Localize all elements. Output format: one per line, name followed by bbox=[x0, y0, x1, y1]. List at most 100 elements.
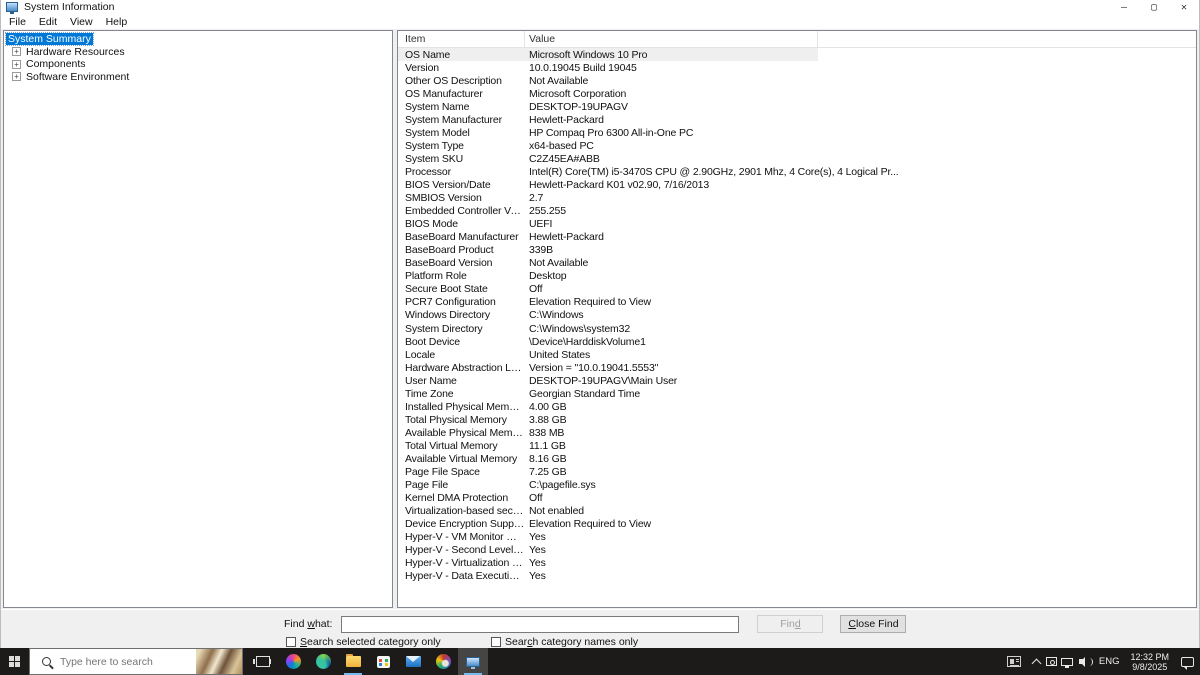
table-row[interactable]: BaseBoard Manufacturer Hewlett-Packard bbox=[398, 231, 818, 244]
menu-view[interactable]: View bbox=[70, 16, 93, 28]
tree-item-components[interactable]: + Components bbox=[4, 58, 392, 71]
search-selected-category-checkbox[interactable] bbox=[286, 637, 296, 647]
edge-taskbar-button[interactable] bbox=[308, 648, 338, 675]
table-row[interactable]: Page File C:\pagefile.sys bbox=[398, 479, 818, 492]
menu-file[interactable]: File bbox=[9, 16, 26, 28]
copilot-taskbar-button[interactable] bbox=[278, 648, 308, 675]
table-row[interactable]: Locale United States bbox=[398, 348, 818, 361]
table-row[interactable]: System SKU C2Z45EA#ABB bbox=[398, 152, 818, 165]
value-cell: Yes bbox=[529, 557, 546, 570]
table-row[interactable]: OS Manufacturer Microsoft Corporation bbox=[398, 87, 818, 100]
table-row[interactable]: Hyper-V - Second Level Addres... Yes bbox=[398, 544, 818, 557]
table-row[interactable]: Other OS Description Not Available bbox=[398, 74, 818, 87]
table-row[interactable]: System Name DESKTOP-19UPAGV bbox=[398, 100, 818, 113]
table-row[interactable]: Hardware Abstraction Layer Version = "10.… bbox=[398, 361, 818, 374]
store-taskbar-button[interactable] bbox=[368, 648, 398, 675]
file-explorer-taskbar-button[interactable] bbox=[338, 648, 368, 675]
table-row[interactable]: PCR7 Configuration Elevation Required to … bbox=[398, 296, 818, 309]
maximize-button[interactable]: ▢ bbox=[1139, 0, 1169, 14]
taskbar-search[interactable] bbox=[29, 648, 243, 675]
mail-taskbar-button[interactable] bbox=[398, 648, 428, 675]
table-row[interactable]: Windows Directory C:\Windows bbox=[398, 309, 818, 322]
table-row[interactable]: Hyper-V - Virtualization Enable... Yes bbox=[398, 557, 818, 570]
taskbar-clock[interactable]: 12:32 PM 9/8/2025 bbox=[1125, 648, 1174, 675]
search-highlight-image[interactable] bbox=[196, 649, 242, 674]
value-cell: 7.25 GB bbox=[529, 466, 567, 479]
expand-plus-icon[interactable]: + bbox=[12, 72, 21, 82]
table-row[interactable]: Kernel DMA Protection Off bbox=[398, 492, 818, 505]
language-indicator[interactable]: ENG bbox=[1093, 648, 1126, 675]
table-row[interactable]: Page File Space 7.25 GB bbox=[398, 466, 818, 479]
table-row[interactable]: BaseBoard Version Not Available bbox=[398, 257, 818, 270]
table-row[interactable]: Installed Physical Memory (RAM) 4.00 GB bbox=[398, 400, 818, 413]
table-row[interactable]: Secure Boot State Off bbox=[398, 283, 818, 296]
paint-icon bbox=[435, 654, 451, 669]
value-cell: C:\pagefile.sys bbox=[529, 479, 596, 492]
table-row[interactable]: System Model HP Compaq Pro 6300 All-in-On… bbox=[398, 126, 818, 139]
table-row[interactable]: SMBIOS Version 2.7 bbox=[398, 192, 818, 205]
value-cell: DESKTOP-19UPAGV\Main User bbox=[529, 374, 678, 387]
table-row[interactable]: Hyper-V - Data Execution Prote... Yes bbox=[398, 570, 818, 583]
table-row[interactable]: Device Encryption Support Elevation Requi… bbox=[398, 518, 818, 531]
search-input[interactable] bbox=[58, 654, 177, 669]
action-center-button[interactable] bbox=[1174, 648, 1200, 675]
find-button[interactable]: Find bbox=[757, 615, 824, 633]
table-row[interactable]: Total Virtual Memory 11.1 GB bbox=[398, 439, 818, 452]
news-widget-tray-button[interactable] bbox=[999, 648, 1029, 675]
vm-window-tray-button[interactable] bbox=[1044, 648, 1059, 675]
column-header-item[interactable]: Item bbox=[398, 31, 525, 47]
copilot-icon bbox=[285, 654, 301, 669]
item-cell: Locale bbox=[405, 348, 436, 361]
title-bar: System Information – ▢ ✕ bbox=[1, 0, 1199, 14]
value-cell: United States bbox=[529, 348, 591, 361]
table-row[interactable]: Available Virtual Memory 8.16 GB bbox=[398, 452, 818, 465]
table-row[interactable]: Total Physical Memory 3.88 GB bbox=[398, 413, 818, 426]
close-button[interactable]: ✕ bbox=[1169, 0, 1199, 14]
table-row[interactable]: User Name DESKTOP-19UPAGV\Main User bbox=[398, 374, 818, 387]
table-row[interactable]: Boot Device \Device\HarddiskVolume1 bbox=[398, 335, 818, 348]
tree-item-system-summary[interactable]: System Summary bbox=[4, 32, 392, 47]
search-category-names-option: Search category names only bbox=[491, 636, 638, 648]
value-cell: Microsoft Windows 10 Pro bbox=[529, 48, 648, 61]
table-row[interactable]: Processor Intel(R) Core(TM) i5-3470S CPU … bbox=[398, 165, 899, 178]
table-row[interactable]: Virtualization-based security Not enabled bbox=[398, 505, 818, 518]
volume-tray-button[interactable] bbox=[1076, 648, 1094, 675]
table-row[interactable]: Version 10.0.19045 Build 19045 bbox=[398, 61, 818, 74]
item-cell: Total Virtual Memory bbox=[405, 439, 498, 452]
find-input[interactable] bbox=[341, 615, 740, 633]
table-row[interactable]: Hyper-V - VM Monitor Mode E... Yes bbox=[398, 531, 818, 544]
table-row[interactable]: Available Physical Memory 838 MB bbox=[398, 426, 818, 439]
hiddens-chevron-tray-button[interactable] bbox=[1029, 648, 1044, 675]
search-category-names-checkbox[interactable] bbox=[491, 637, 501, 647]
table-row[interactable]: System Type x64-based PC bbox=[398, 139, 818, 152]
column-header-value[interactable]: Value bbox=[525, 31, 818, 47]
table-row[interactable]: OS Name Microsoft Windows 10 Pro bbox=[398, 48, 818, 62]
tree-item-hardware-resources[interactable]: + Hardware Resources bbox=[4, 46, 392, 59]
table-row[interactable]: System Manufacturer Hewlett-Packard bbox=[398, 113, 818, 126]
table-row[interactable]: Platform Role Desktop bbox=[398, 270, 818, 283]
search-selected-category-label: Search selected category only bbox=[300, 636, 441, 648]
tree-item-software-environment[interactable]: + Software Environment bbox=[4, 71, 392, 84]
network-tray-button[interactable] bbox=[1059, 648, 1076, 675]
task-view-taskbar-button[interactable] bbox=[248, 648, 278, 675]
expand-plus-icon[interactable]: + bbox=[12, 59, 21, 69]
start-button[interactable] bbox=[0, 648, 29, 675]
item-cell: System Directory bbox=[405, 322, 483, 335]
table-row[interactable]: Embedded Controller Version 255.255 bbox=[398, 205, 818, 218]
paint-taskbar-button[interactable] bbox=[428, 648, 458, 675]
menu-help[interactable]: Help bbox=[106, 16, 128, 28]
action-center-icon bbox=[1180, 656, 1194, 670]
table-header: Item Value bbox=[398, 31, 1196, 48]
value-cell: 255.255 bbox=[529, 205, 566, 218]
value-cell: Not Available bbox=[529, 257, 589, 270]
system-information-taskbar-button[interactable] bbox=[458, 648, 488, 675]
minimize-button[interactable]: – bbox=[1109, 0, 1139, 14]
menu-edit[interactable]: Edit bbox=[39, 16, 57, 28]
table-row[interactable]: System Directory C:\Windows\system32 bbox=[398, 322, 818, 335]
close-find-button[interactable]: Close Find bbox=[840, 615, 907, 633]
table-row[interactable]: BaseBoard Product 339B bbox=[398, 244, 818, 257]
table-row[interactable]: Time Zone Georgian Standard Time bbox=[398, 387, 818, 400]
table-row[interactable]: BIOS Mode UEFI bbox=[398, 218, 818, 231]
expand-plus-icon[interactable]: + bbox=[12, 47, 21, 57]
table-row[interactable]: BIOS Version/Date Hewlett-Packard K01 v02… bbox=[398, 178, 818, 191]
